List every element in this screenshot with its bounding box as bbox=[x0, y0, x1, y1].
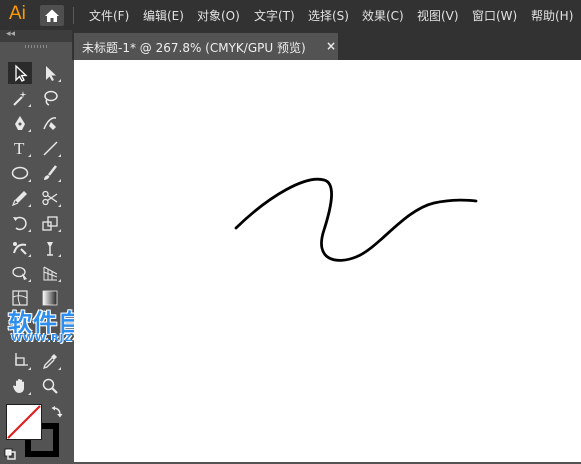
menu-edit[interactable]: 编辑(E) bbox=[143, 7, 184, 24]
toolbar-header: ◂◂ bbox=[0, 29, 72, 42]
shaper-tool-icon bbox=[11, 191, 27, 207]
magic-wand-tool-icon bbox=[13, 91, 27, 106]
puppet-warp-tool[interactable] bbox=[8, 237, 32, 259]
scale-tool-icon bbox=[42, 216, 58, 231]
menu-object[interactable]: 对象(O) bbox=[197, 7, 240, 24]
menu-separator bbox=[73, 7, 74, 24]
artboard-canvas[interactable] bbox=[74, 60, 581, 462]
ellipse-tool[interactable] bbox=[8, 162, 32, 184]
artboard-tool-icon bbox=[15, 353, 28, 366]
document-tab-label: 未标题-1* @ 267.8% (CMYK/GPU 预览) bbox=[82, 41, 306, 55]
collapse-toolbar-icon[interactable]: ◂◂ bbox=[6, 29, 15, 39]
paintbrush-tool[interactable] bbox=[38, 162, 62, 184]
default-fill-stroke-button[interactable] bbox=[4, 445, 16, 460]
scissors-tool-icon bbox=[42, 190, 58, 206]
puppet-warp-tool-icon bbox=[13, 242, 27, 255]
eyedropper-tool-icon bbox=[42, 354, 57, 370]
document-tab[interactable]: 未标题-1* @ 267.8% (CMYK/GPU 预览) × bbox=[74, 33, 338, 60]
home-icon bbox=[45, 9, 59, 22]
menu-type[interactable]: 文字(T) bbox=[254, 7, 295, 24]
perspective-grid-tool-icon bbox=[43, 266, 58, 281]
home-button[interactable] bbox=[40, 5, 64, 26]
app-logo: Ai bbox=[9, 3, 26, 24]
selection-tool[interactable] bbox=[8, 62, 32, 84]
svg-text:T: T bbox=[14, 139, 25, 157]
menu-help[interactable]: 帮助(H) bbox=[531, 7, 573, 24]
perspective-grid-tool[interactable] bbox=[38, 262, 62, 284]
rotate-tool[interactable] bbox=[8, 212, 32, 234]
line-segment-tool-icon bbox=[43, 141, 58, 156]
zoom-tool-icon bbox=[42, 378, 58, 394]
curvature-tool-icon bbox=[43, 117, 57, 130]
eyedropper-tool[interactable] bbox=[38, 350, 62, 372]
menu-file[interactable]: 文件(F) bbox=[89, 7, 129, 24]
magic-wand-tool[interactable] bbox=[8, 87, 32, 109]
menu-effect[interactable]: 效果(C) bbox=[362, 7, 404, 24]
swap-fill-stroke-button[interactable] bbox=[50, 404, 64, 418]
line-segment-tool[interactable] bbox=[38, 137, 62, 159]
pen-tool[interactable] bbox=[8, 112, 32, 134]
menu-bar: Ai 文件(F) 编辑(E) 对象(O) 文字(T) 选择(S) 效果(C) 视… bbox=[0, 0, 581, 30]
panel-grip[interactable] bbox=[25, 45, 47, 48]
selection-tool-icon bbox=[15, 64, 28, 82]
rotate-tool-icon bbox=[13, 216, 27, 231]
shape-builder-tool[interactable] bbox=[8, 262, 32, 284]
direct-selection-tool[interactable] bbox=[38, 62, 62, 84]
lasso-tool-icon bbox=[44, 90, 58, 106]
shape-builder-tool-icon bbox=[12, 266, 27, 280]
document-tab-bar: 未标题-1* @ 267.8% (CMYK/GPU 预览) × bbox=[72, 30, 581, 60]
paintbrush-tool-icon bbox=[44, 165, 57, 180]
hand-tool[interactable] bbox=[8, 375, 32, 397]
lasso-tool[interactable] bbox=[38, 87, 62, 109]
curvature-tool[interactable] bbox=[38, 112, 62, 134]
hand-tool-icon bbox=[13, 379, 24, 393]
free-transform-tool[interactable] bbox=[38, 237, 62, 259]
fill-swatch[interactable] bbox=[6, 404, 42, 440]
default-colors-icon bbox=[4, 448, 16, 460]
free-transform-tool-icon bbox=[47, 242, 53, 256]
pen-tool-icon bbox=[15, 116, 25, 130]
swap-arrow-icon bbox=[51, 406, 63, 418]
ellipse-tool-icon bbox=[11, 166, 29, 180]
menu-window[interactable]: 窗口(W) bbox=[472, 7, 517, 24]
scissors-tool[interactable] bbox=[38, 187, 62, 209]
scale-tool[interactable] bbox=[38, 212, 62, 234]
shaper-tool[interactable] bbox=[8, 187, 32, 209]
none-fill-icon bbox=[7, 405, 41, 439]
menu-select[interactable]: 选择(S) bbox=[308, 7, 349, 24]
menu-view[interactable]: 视图(V) bbox=[417, 7, 459, 24]
type-tool-icon: T bbox=[14, 139, 25, 157]
tools-panel: T bbox=[0, 42, 72, 462]
wave-path[interactable] bbox=[74, 60, 581, 462]
type-tool[interactable]: T bbox=[8, 137, 32, 159]
direct-selection-tool-icon bbox=[46, 66, 56, 81]
zoom-tool[interactable] bbox=[38, 375, 62, 397]
close-icon[interactable]: × bbox=[326, 39, 336, 53]
artboard-tool[interactable] bbox=[8, 350, 32, 372]
